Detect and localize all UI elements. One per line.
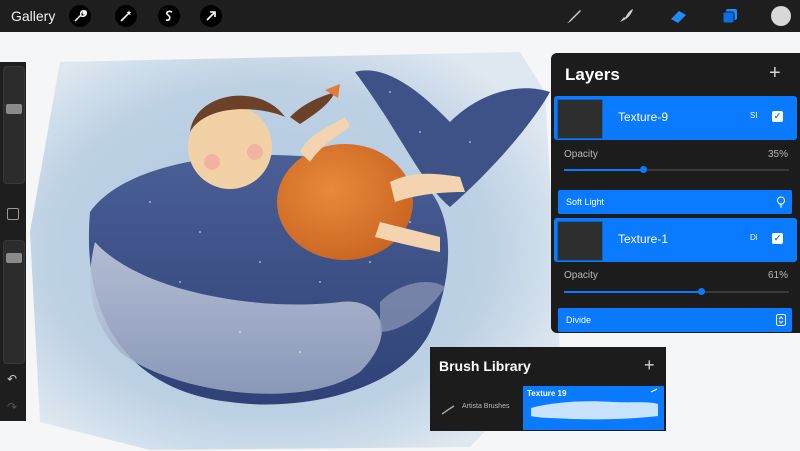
top-toolbar: Gallery <box>0 0 800 32</box>
brush-category-icon <box>441 402 455 420</box>
magic-wand-icon[interactable] <box>115 5 137 27</box>
add-brush-icon[interactable]: + <box>644 355 655 376</box>
layers-icon[interactable] <box>718 5 742 27</box>
transform-arrow-icon[interactable] <box>200 5 222 27</box>
opacity-label: Opacity <box>564 270 598 281</box>
selection-icon[interactable] <box>158 5 180 27</box>
layer-row[interactable]: Texture-1 Di ✓ <box>554 218 797 262</box>
current-color-swatch[interactable] <box>771 6 791 26</box>
layer-row[interactable]: Texture-9 SI ✓ <box>554 96 797 140</box>
blend-mode-selector[interactable]: Soft Light <box>558 190 792 214</box>
layer-blend-shortcut[interactable]: SI <box>750 111 758 120</box>
blend-mode-label: Divide <box>566 315 592 325</box>
layer-blend-shortcut[interactable]: Di <box>750 233 758 242</box>
opacity-value: 35% <box>767 149 788 160</box>
brush-size-slider[interactable] <box>3 66 25 184</box>
gallery-button[interactable]: Gallery <box>11 8 55 24</box>
brush-opacity-thumb[interactable] <box>6 253 22 263</box>
eraser-icon[interactable] <box>667 5 691 27</box>
brush-opacity-slider[interactable] <box>3 240 25 364</box>
opacity-label: Opacity <box>564 149 598 160</box>
selected-brush-card[interactable]: Texture 19 <box>523 386 664 430</box>
layer-visibility-checkbox[interactable]: ✓ <box>772 233 783 244</box>
layer-name: Texture-1 <box>618 232 669 246</box>
opacity-value: 61% <box>767 270 788 281</box>
modify-button[interactable] <box>7 208 19 220</box>
layer-name: Texture-9 <box>618 110 669 124</box>
opacity-knob[interactable] <box>639 166 647 173</box>
sliders-icon <box>776 313 786 331</box>
layer-visibility-checkbox[interactable]: ✓ <box>772 111 783 122</box>
brush-library-panel: Brush Library + Artista Brushes Texture … <box>430 347 666 431</box>
lightbulb-icon <box>776 195 786 213</box>
brush-icon[interactable] <box>562 5 586 27</box>
opacity-slider[interactable] <box>564 288 789 295</box>
layer-thumbnail <box>557 221 603 261</box>
layers-title: Layers <box>565 65 620 84</box>
wrench-icon[interactable] <box>69 5 91 27</box>
blend-mode-selector[interactable]: Divide <box>558 308 792 332</box>
undo-icon[interactable]: ↶ <box>7 372 17 386</box>
smudge-icon[interactable] <box>614 5 638 27</box>
add-layer-icon[interactable]: + <box>769 62 781 85</box>
opacity-slider[interactable] <box>564 166 789 173</box>
left-sidebar: ↶ ↷ <box>0 62 26 421</box>
brush-stroke-preview <box>531 388 658 420</box>
opacity-fill <box>564 169 643 171</box>
layers-panel: Layers + Texture-9 SI ✓ Opacity 35% Soft… <box>551 53 800 333</box>
opacity-fill <box>564 291 702 293</box>
brush-library-title: Brush Library <box>439 358 531 374</box>
opacity-knob[interactable] <box>698 288 706 295</box>
brush-category-item[interactable]: Artista Brushes <box>462 403 509 410</box>
layer-thumbnail <box>557 99 603 139</box>
blend-mode-label: Soft Light <box>566 197 605 207</box>
redo-icon[interactable]: ↷ <box>7 400 17 414</box>
brush-size-thumb[interactable] <box>6 104 22 115</box>
